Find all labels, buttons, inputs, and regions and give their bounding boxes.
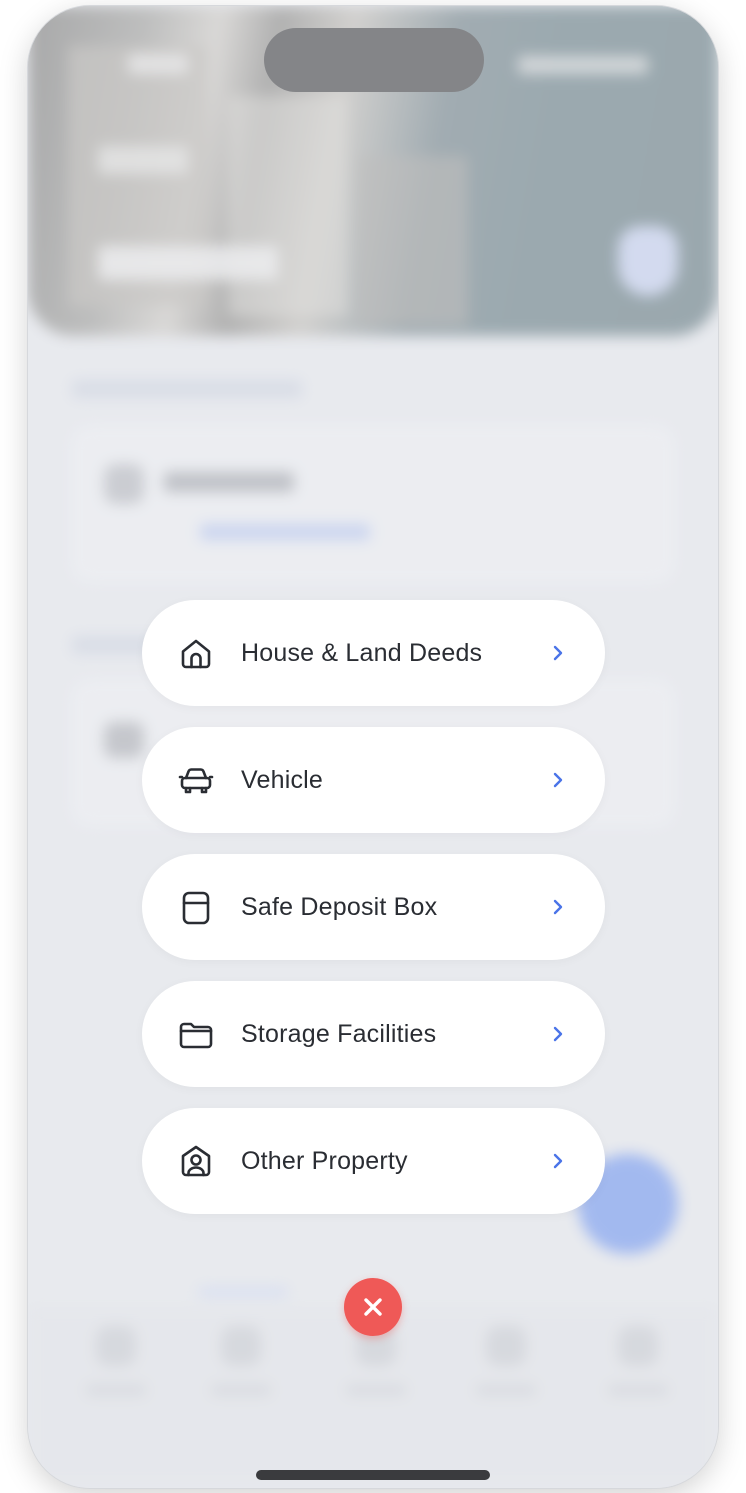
chevron-right-icon <box>548 1019 568 1049</box>
close-icon <box>364 1298 382 1316</box>
menu-item-label: Storage Facilities <box>241 1020 437 1048</box>
menu-item-label: Vehicle <box>241 766 324 794</box>
chevron-right-icon <box>548 765 568 795</box>
box-icon <box>178 890 214 926</box>
user-badge-icon <box>178 1144 214 1180</box>
chevron-right-icon <box>548 1146 568 1176</box>
menu-item-label: House & Land Deeds <box>241 639 483 667</box>
menu-item-vehicle[interactable]: Vehicle <box>142 727 605 833</box>
menu-item-label: Safe Deposit Box <box>241 893 438 921</box>
menu-item-safe-deposit-box[interactable]: Safe Deposit Box <box>142 854 605 960</box>
close-button[interactable] <box>344 1278 402 1336</box>
house-icon <box>178 636 214 672</box>
chevron-right-icon <box>548 892 568 922</box>
home-indicator[interactable] <box>256 1470 490 1480</box>
menu-item-other-property[interactable]: Other Property <box>142 1108 605 1214</box>
chevron-right-icon <box>548 638 568 668</box>
folder-icon <box>178 1017 214 1053</box>
menu-item-label: Other Property <box>241 1147 408 1175</box>
phone-frame: House & Land Deeds Vehicle Safe Deposit … <box>28 6 718 1488</box>
menu-item-house-land-deeds[interactable]: House & Land Deeds <box>142 600 605 706</box>
menu-item-storage-facilities[interactable]: Storage Facilities <box>142 981 605 1087</box>
car-icon <box>178 763 214 799</box>
